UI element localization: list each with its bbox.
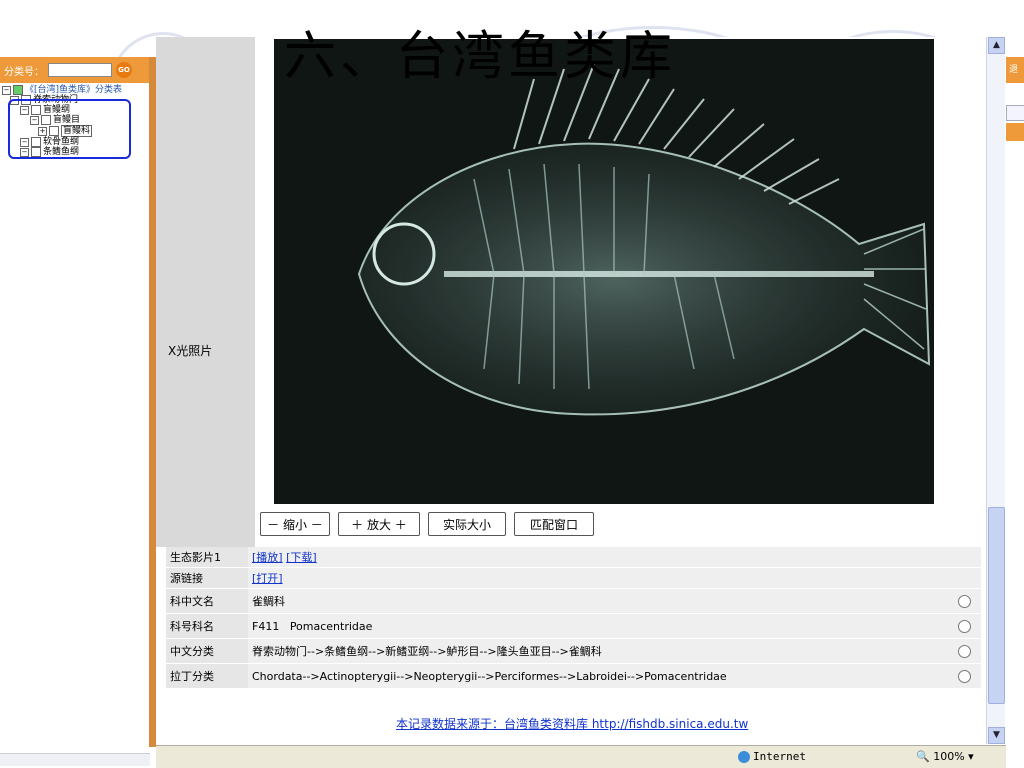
field-label: 拉丁分类 xyxy=(166,663,248,689)
label-column: X光照片 xyxy=(156,37,255,547)
field-value: [播放] [下载] xyxy=(248,547,947,568)
radio-button[interactable] xyxy=(957,644,971,658)
zoom-in-button[interactable]: ＋ 放大 ＋ xyxy=(338,512,420,536)
table-row: 中文分类 脊索动物门-->条鳍鱼纲-->新鳍亚纲-->鲈形目-->隆头鱼亚目--… xyxy=(166,638,981,664)
search-bar: 分类号： GO xyxy=(0,57,160,83)
field-label: 源链接 xyxy=(166,567,248,589)
play-link[interactable]: [播放] xyxy=(252,551,283,564)
xray-photo xyxy=(274,39,934,504)
globe-icon xyxy=(738,751,750,763)
zoom-level[interactable]: 🔍 100% ▾ xyxy=(916,750,974,763)
highlight-box xyxy=(8,99,131,159)
field-label: 科号科名 xyxy=(166,613,248,639)
open-link[interactable]: [打开] xyxy=(252,572,283,585)
horizontal-scrollbar[interactable] xyxy=(0,753,150,766)
status-bar: Internet 🔍 100% ▾ xyxy=(156,745,1006,768)
data-source-link[interactable]: 本记录数据来源于：台湾鱼类资料库 http://fishdb.sinica.ed… xyxy=(396,715,748,732)
exit-label[interactable]: 退出 xyxy=(1006,57,1024,101)
field-value: 脊索动物门-->条鳍鱼纲-->新鳍亚纲-->鲈形目-->隆头鱼亚目-->雀鲷科 xyxy=(248,638,947,664)
search-label: 分类号： xyxy=(4,66,44,78)
slide-title: 六、台湾鱼类库 xyxy=(284,27,677,87)
fit-window-button[interactable]: 匹配窗口 xyxy=(514,512,594,536)
field-label: 科中文名 xyxy=(166,588,248,614)
clipped-input xyxy=(1006,105,1024,121)
go-button[interactable]: GO xyxy=(116,62,132,78)
scroll-thumb[interactable] xyxy=(988,507,1005,704)
collapse-icon[interactable]: − xyxy=(2,85,11,95)
image-controls: － 缩小 － ＋ 放大 ＋ 实际大小 匹配窗口 xyxy=(260,512,594,536)
table-row: 源链接 [打开] xyxy=(166,567,981,589)
vertical-scrollbar[interactable]: ▲ ▼ xyxy=(986,37,1005,744)
table-row: 科中文名 雀鲷科 xyxy=(166,588,981,614)
field-value: 雀鲷科 xyxy=(248,588,947,614)
field-label: 中文分类 xyxy=(166,638,248,664)
scroll-down-icon[interactable]: ▼ xyxy=(988,727,1005,744)
security-zone: Internet xyxy=(738,750,806,763)
frame-border xyxy=(149,57,156,747)
table-row: 科号科名 F411 Pomacentridae xyxy=(166,613,981,639)
scroll-up-icon[interactable]: ▲ xyxy=(988,37,1005,54)
classification-number-input[interactable] xyxy=(48,63,112,77)
checkbox-icon[interactable] xyxy=(13,85,23,95)
clipped-bar xyxy=(1006,123,1024,141)
record-info-table: 生态影片1 [播放] [下载] 源链接 [打开] 科中文名 雀鲷科 科号科名 F… xyxy=(166,547,981,689)
download-link[interactable]: [下载] xyxy=(286,551,317,564)
field-value: Chordata-->Actinopterygii-->Neopterygii-… xyxy=(248,663,947,689)
table-row: 拉丁分类 Chordata-->Actinopterygii-->Neopter… xyxy=(166,663,981,689)
field-label: 生态影片1 xyxy=(166,547,248,568)
field-value: F411 Pomacentridae xyxy=(248,613,947,639)
tree-node-root[interactable]: − 《[台湾]鱼类库》分类表 xyxy=(0,85,160,95)
fish-xray-image xyxy=(357,63,931,416)
xray-label: X光照片 xyxy=(168,344,213,358)
table-row: 生态影片1 [播放] [下载] xyxy=(166,547,981,568)
record-detail-window: X光照片 － 缩小 － ＋ 放大 ＋ 实际大小 匹配窗口 生态影片1 [播放] … xyxy=(156,37,1006,768)
radio-button[interactable] xyxy=(957,619,971,633)
radio-button[interactable] xyxy=(957,669,971,683)
zoom-out-button[interactable]: － 缩小 － xyxy=(260,512,330,536)
classification-pane: 分类号： GO − 《[台湾]鱼类库》分类表 − 脊索动物门 − 盲鳗纲 − 盲… xyxy=(0,57,160,768)
actual-size-button[interactable]: 实际大小 xyxy=(428,512,506,536)
field-value: [打开] xyxy=(248,567,947,589)
radio-button[interactable] xyxy=(957,594,971,608)
right-pane-edge: 退出 xyxy=(1006,57,1024,768)
